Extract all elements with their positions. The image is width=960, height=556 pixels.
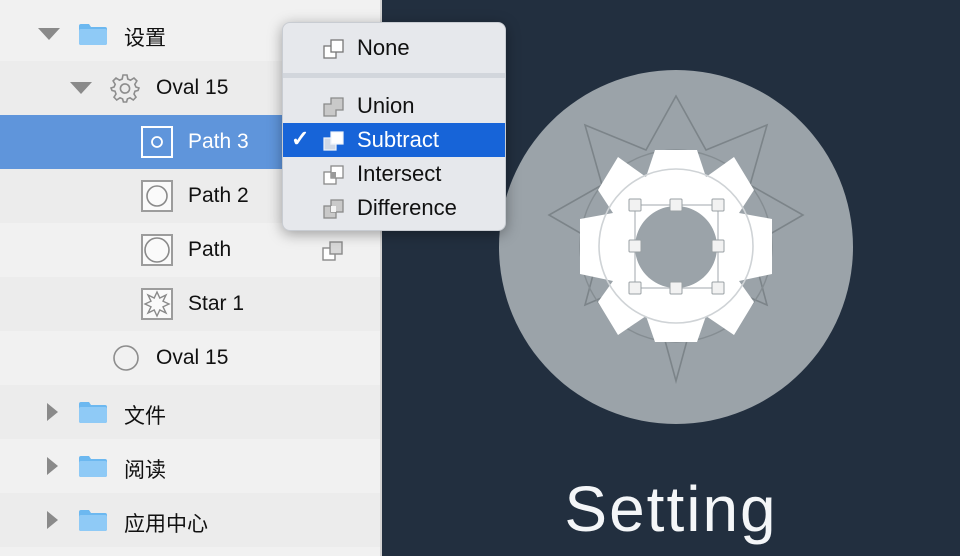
- path-thumbnail-icon: [141, 234, 173, 266]
- menu-item-label: Union: [357, 93, 415, 118]
- layer-group-row[interactable]: 应用中心: [0, 493, 380, 547]
- layer-label: Oval 15: [156, 346, 229, 369]
- boolean-difference-icon: [323, 199, 344, 219]
- layer-group-row[interactable]: 阅读: [0, 439, 380, 493]
- layer-row[interactable]: Oval 15: [0, 331, 380, 385]
- folder-icon: [79, 510, 107, 531]
- menu-item-label: None: [357, 35, 410, 60]
- layer-label: Star 1: [188, 292, 245, 315]
- oval-shape: [499, 70, 853, 424]
- layer-label: Path 3: [188, 130, 249, 153]
- disclosure-open-icon[interactable]: [38, 28, 60, 40]
- star-thumbnail-icon: [141, 288, 173, 320]
- menu-item-intersect[interactable]: Intersect: [283, 157, 505, 191]
- layer-label: Path 2: [188, 184, 249, 207]
- path-thumbnail-icon: [141, 126, 173, 158]
- menu-item-difference[interactable]: Difference: [283, 191, 505, 225]
- folder-icon: [79, 402, 107, 423]
- artboard-title: Setting: [564, 473, 778, 545]
- disclosure-closed-icon[interactable]: [47, 457, 58, 475]
- menu-item-label: Intersect: [357, 161, 442, 186]
- layer-label: 应用中心: [124, 513, 208, 536]
- boolean-intersect-icon: [323, 165, 344, 185]
- boolean-none-icon: [323, 39, 344, 59]
- checkmark-icon: ✓: [291, 126, 310, 151]
- menu-item-label: Subtract: [357, 127, 439, 152]
- menu-item-union[interactable]: Union: [283, 89, 505, 123]
- menu-separator: [283, 73, 505, 78]
- menu-item-subtract[interactable]: ✓ Subtract: [283, 123, 505, 157]
- circle-icon: [113, 345, 139, 371]
- menu-item-none[interactable]: None: [283, 31, 505, 65]
- layer-row[interactable]: Star 1: [0, 277, 380, 331]
- path-thumbnail-icon: [141, 180, 173, 212]
- layer-group-row[interactable]: 文件: [0, 385, 380, 439]
- folder-icon: [79, 24, 107, 45]
- layer-label: Oval 15: [156, 76, 229, 99]
- gear-icon: [110, 74, 140, 103]
- boolean-operation-menu: None Union ✓ Subtract Intersect Differen…: [282, 22, 506, 231]
- layer-label: 阅读: [124, 459, 166, 482]
- boolean-subtract-icon: [323, 131, 344, 151]
- boolean-operation-icon[interactable]: [322, 240, 344, 262]
- layer-row[interactable]: Path: [0, 223, 380, 277]
- disclosure-closed-icon[interactable]: [47, 511, 58, 529]
- layer-label: 文件: [124, 405, 166, 428]
- disclosure-closed-icon[interactable]: [47, 403, 58, 421]
- layer-label: Path: [188, 238, 232, 261]
- disclosure-open-icon[interactable]: [70, 82, 92, 94]
- layer-label: 设置: [124, 27, 166, 50]
- menu-item-label: Difference: [357, 195, 457, 220]
- boolean-union-icon: [323, 97, 344, 117]
- folder-icon: [79, 456, 107, 477]
